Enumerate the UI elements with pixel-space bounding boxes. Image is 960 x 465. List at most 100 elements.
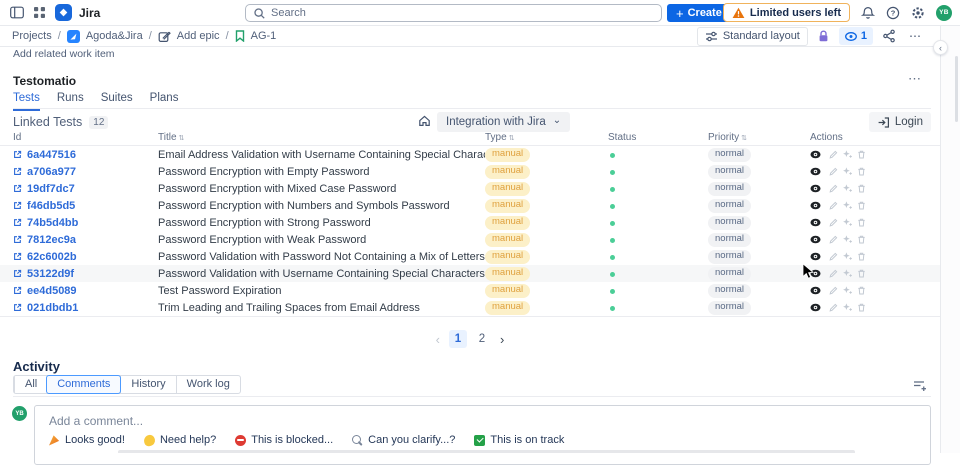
quick-reply-button[interactable]: This is on track <box>474 434 564 446</box>
external-link-icon[interactable] <box>13 235 22 244</box>
create-button[interactable]: + Create <box>667 4 731 22</box>
external-link-icon[interactable] <box>13 218 22 227</box>
delete-icon[interactable] <box>857 201 866 210</box>
delete-icon[interactable] <box>857 269 866 278</box>
delete-icon[interactable] <box>857 286 866 295</box>
add-related-work-item[interactable]: Add related work item <box>13 48 115 60</box>
external-link-icon[interactable] <box>13 150 22 159</box>
generate-icon[interactable] <box>843 167 852 176</box>
activity-tab[interactable]: History <box>120 376 175 393</box>
delete-icon[interactable] <box>857 167 866 176</box>
view-icon[interactable] <box>810 303 821 312</box>
column-header[interactable]: Actions ⇅ <box>810 132 931 143</box>
edit-icon[interactable] <box>829 201 838 210</box>
sidebar-toggle-icon[interactable] <box>10 6 24 19</box>
generate-icon[interactable] <box>843 201 852 210</box>
jira-logo[interactable] <box>55 4 72 21</box>
sort-order-icon[interactable] <box>913 378 927 392</box>
edit-icon[interactable] <box>829 269 838 278</box>
test-id-link[interactable]: 62c6002b <box>27 251 77 263</box>
test-id-link[interactable]: 021dbdb1 <box>27 302 78 314</box>
view-icon[interactable] <box>810 252 821 261</box>
generate-icon[interactable] <box>843 184 852 193</box>
breadcrumb-issue-key[interactable]: AG-1 <box>251 30 277 42</box>
notifications-icon[interactable] <box>861 6 875 20</box>
external-link-icon[interactable] <box>13 167 22 176</box>
test-id-link[interactable]: 19df7dc7 <box>27 183 75 195</box>
help-icon[interactable]: ? <box>886 6 900 20</box>
test-id-link[interactable]: 74b5d4bb <box>27 217 78 229</box>
section-more-icon[interactable]: ⋯ <box>908 71 923 87</box>
column-header[interactable]: Type ⇅ <box>485 132 608 143</box>
activity-tab[interactable]: Work log <box>175 376 240 393</box>
generate-icon[interactable] <box>843 235 852 244</box>
table-row[interactable]: 021dbdb1 Trim Leading and Trailing Space… <box>0 299 940 316</box>
quick-reply-button[interactable]: Need help? <box>142 433 216 447</box>
table-row[interactable]: 62c6002b Password Validation with Passwo… <box>0 248 940 265</box>
generate-icon[interactable] <box>843 218 852 227</box>
breadcrumb-add-epic[interactable]: Add epic <box>177 30 220 42</box>
column-header[interactable]: Priority ⇅ <box>708 132 810 143</box>
external-link-icon[interactable] <box>13 286 22 295</box>
edit-icon[interactable] <box>829 218 838 227</box>
pagination-next-icon[interactable]: › <box>500 332 504 347</box>
test-id-link[interactable]: f46db5d5 <box>27 200 75 212</box>
standard-layout-button[interactable]: Standard layout <box>696 26 808 46</box>
view-icon[interactable] <box>810 167 821 176</box>
lock-icon[interactable] <box>817 30 830 43</box>
delete-icon[interactable] <box>857 150 866 159</box>
panel-expand-button[interactable]: ‹ <box>933 40 948 55</box>
delete-icon[interactable] <box>857 218 866 227</box>
external-link-icon[interactable] <box>13 303 22 312</box>
share-icon[interactable] <box>882 29 896 43</box>
integration-dropdown[interactable]: Integration with Jira ⌄ <box>437 112 571 132</box>
home-icon[interactable] <box>418 114 431 127</box>
table-row[interactable]: a706a977 Password Encryption with Empty … <box>0 163 940 180</box>
external-link-icon[interactable] <box>13 184 22 193</box>
limited-users-warning-button[interactable]: Limited users left <box>722 3 850 22</box>
activity-tab[interactable]: All <box>14 376 47 393</box>
breadcrumb-projects[interactable]: Projects <box>12 30 52 42</box>
view-icon[interactable] <box>810 150 821 159</box>
view-icon[interactable] <box>810 235 821 244</box>
generate-icon[interactable] <box>843 269 852 278</box>
watchers-button[interactable]: 1 <box>838 27 873 45</box>
comment-box[interactable]: Add a comment... Looks good! Need help? … <box>34 405 931 465</box>
edit-icon[interactable] <box>829 150 838 159</box>
column-header[interactable]: Status ⇅ <box>608 132 708 143</box>
edit-icon[interactable] <box>829 235 838 244</box>
generate-icon[interactable] <box>843 303 852 312</box>
delete-icon[interactable] <box>857 252 866 261</box>
table-row[interactable]: 19df7dc7 Password Encryption with Mixed … <box>0 180 940 197</box>
test-id-link[interactable]: 53122d9f <box>27 268 74 280</box>
breadcrumb-project[interactable]: Agoda&Jira <box>86 30 143 42</box>
external-link-icon[interactable] <box>13 252 22 261</box>
quick-reply-button[interactable]: Can you clarify...? <box>352 434 455 446</box>
login-button[interactable]: Login <box>868 112 931 132</box>
table-row[interactable]: 74b5d4bb Password Encryption with Strong… <box>0 214 940 231</box>
delete-icon[interactable] <box>857 235 866 244</box>
table-row[interactable]: 7812ec9a Password Encryption with Weak P… <box>0 231 940 248</box>
search-input[interactable]: Search <box>245 4 662 22</box>
settings-gear-icon[interactable] <box>911 6 925 20</box>
activity-tab[interactable]: Comments <box>46 375 122 394</box>
generate-icon[interactable] <box>843 286 852 295</box>
pagination-page[interactable]: 2 <box>473 330 491 348</box>
view-icon[interactable] <box>810 201 821 210</box>
view-icon[interactable] <box>810 184 821 193</box>
column-header[interactable]: Title ⇅ <box>158 132 485 143</box>
column-header[interactable]: Id ⇅ <box>13 132 158 143</box>
table-row[interactable]: 53122d9f Password Validation with Userna… <box>0 265 940 282</box>
external-link-icon[interactable] <box>13 269 22 278</box>
test-id-link[interactable]: 6a447516 <box>27 149 76 161</box>
table-row[interactable]: f46db5d5 Password Encryption with Number… <box>0 197 940 214</box>
more-actions-button[interactable]: ⋯ <box>905 27 926 45</box>
edit-icon[interactable] <box>829 303 838 312</box>
pagination-page[interactable]: 1 <box>449 330 467 348</box>
generate-icon[interactable] <box>843 252 852 261</box>
user-avatar[interactable]: YB <box>936 4 952 21</box>
edit-icon[interactable] <box>829 252 838 261</box>
pagination-prev-icon[interactable]: ‹ <box>436 332 440 347</box>
test-id-link[interactable]: ee4d5089 <box>27 285 77 297</box>
view-icon[interactable] <box>810 286 821 295</box>
